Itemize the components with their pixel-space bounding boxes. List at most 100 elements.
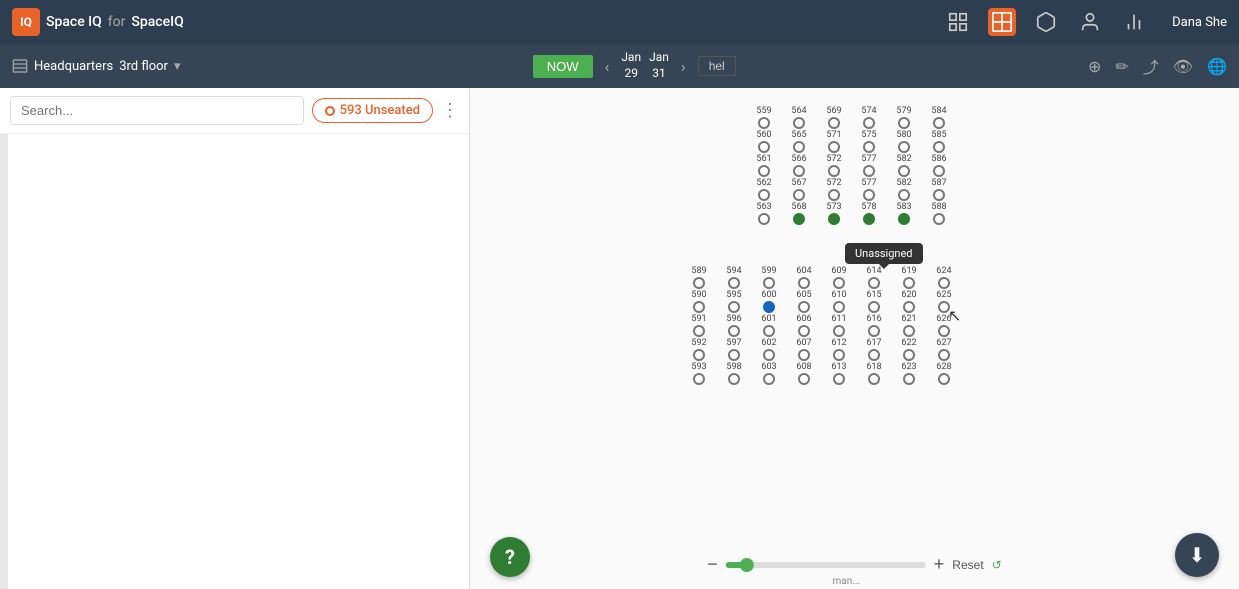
- seat-item[interactable]: 600: [755, 290, 783, 313]
- map-area[interactable]: 5595645695745795845605655715755805855615…: [470, 88, 1239, 589]
- seat-item[interactable]: 617: [860, 338, 888, 361]
- now-button[interactable]: NOW: [533, 55, 593, 78]
- edit-tool-icon[interactable]: ✏: [1115, 57, 1128, 76]
- seat-item[interactable]: 610: [825, 290, 853, 313]
- seat-item[interactable]: 624: [930, 266, 958, 289]
- seat-item[interactable]: 572: [820, 154, 848, 177]
- seat-label: 566: [791, 154, 806, 164]
- seat-item[interactable]: 579: [890, 106, 918, 129]
- seat-label: 585: [931, 130, 946, 140]
- seat-item[interactable]: 621: [895, 314, 923, 337]
- seat-item[interactable]: 573: [820, 202, 848, 225]
- seat-item[interactable]: 566: [785, 154, 813, 177]
- box-icon[interactable]: [1032, 8, 1060, 36]
- floor-selector[interactable]: Headquarters 3rd floor ▾: [12, 58, 180, 74]
- zoom-in-button[interactable]: +: [934, 554, 945, 575]
- seat-item[interactable]: 598: [720, 362, 748, 385]
- seat-item[interactable]: 592: [685, 338, 713, 361]
- seat-item[interactable]: 609: [825, 266, 853, 289]
- seat-item[interactable]: 572: [820, 178, 848, 201]
- eye-tool-icon[interactable]: 👁: [1173, 57, 1193, 76]
- seat-item[interactable]: 613: [825, 362, 853, 385]
- seat-item[interactable]: 627: [930, 338, 958, 361]
- date-prev-arrow[interactable]: ‹: [601, 57, 614, 76]
- seat-item[interactable]: 611: [825, 314, 853, 337]
- seat-item[interactable]: 562: [750, 178, 778, 201]
- seat-item[interactable]: 571: [820, 130, 848, 153]
- seat-item[interactable]: 594: [720, 266, 748, 289]
- person-icon[interactable]: [1076, 8, 1104, 36]
- seat-item[interactable]: 602: [755, 338, 783, 361]
- seat-item[interactable]: 608: [790, 362, 818, 385]
- floor-dropdown-icon[interactable]: ▾: [174, 59, 181, 74]
- seat-item[interactable]: 583: [890, 202, 918, 225]
- zoom-slider-thumb[interactable]: [740, 558, 754, 572]
- seat-item[interactable]: 582: [890, 154, 918, 177]
- seat-item[interactable]: 604: [790, 266, 818, 289]
- seat-item[interactable]: 616: [860, 314, 888, 337]
- floor-name: 3rd floor: [119, 59, 168, 74]
- seat-item[interactable]: 589: [685, 266, 713, 289]
- seat-item[interactable]: 580: [890, 130, 918, 153]
- seat-item[interactable]: 597: [720, 338, 748, 361]
- seat-item[interactable]: 561: [750, 154, 778, 177]
- seat-item[interactable]: 625: [930, 290, 958, 313]
- date-next-arrow[interactable]: ›: [677, 57, 690, 76]
- seat-item[interactable]: 591: [685, 314, 713, 337]
- seat-item[interactable]: 623: [895, 362, 923, 385]
- seat-item[interactable]: 601: [755, 314, 783, 337]
- seat-item[interactable]: 559: [750, 106, 778, 129]
- floorplan-icon[interactable]: [988, 8, 1016, 36]
- seat-item[interactable]: 584: [925, 106, 953, 129]
- seat-item[interactable]: 612: [825, 338, 853, 361]
- seat-item[interactable]: 599: [755, 266, 783, 289]
- seat-item[interactable]: 564: [785, 106, 813, 129]
- chart-icon[interactable]: [1120, 8, 1148, 36]
- seat-item[interactable]: 568: [785, 202, 813, 225]
- help-button[interactable]: hel: [698, 56, 736, 76]
- seat-item[interactable]: 590: [685, 290, 713, 313]
- seat-item[interactable]: 582: [890, 178, 918, 201]
- seat-item[interactable]: 603: [755, 362, 783, 385]
- seat-item[interactable]: 615: [860, 290, 888, 313]
- seat-item[interactable]: 567: [785, 178, 813, 201]
- seat-label: 616: [866, 314, 881, 324]
- seat-item[interactable]: 569: [820, 106, 848, 129]
- seat-item[interactable]: 565: [785, 130, 813, 153]
- seat-item[interactable]: 587: [925, 178, 953, 201]
- zoom-slider[interactable]: [726, 562, 926, 568]
- seat-item[interactable]: 563: [750, 202, 778, 225]
- zoom-out-button[interactable]: −: [707, 554, 718, 575]
- seat-item[interactable]: 606: [790, 314, 818, 337]
- more-options-icon[interactable]: ⋮: [441, 100, 459, 121]
- seat-item[interactable]: 620: [895, 290, 923, 313]
- seat-item[interactable]: 588: [925, 202, 953, 225]
- seat-item[interactable]: 577: [855, 154, 883, 177]
- reset-button[interactable]: Reset: [952, 558, 983, 572]
- seat-item[interactable]: 605: [790, 290, 818, 313]
- share-tool-icon[interactable]: ⤴: [1143, 54, 1159, 78]
- help-circle-button[interactable]: ?: [490, 537, 530, 577]
- seat-item[interactable]: 574: [855, 106, 883, 129]
- seat-item[interactable]: 577: [855, 178, 883, 201]
- search-input[interactable]: [10, 96, 304, 125]
- seat-item[interactable]: 618: [860, 362, 888, 385]
- globe-tool-icon[interactable]: 🌐: [1207, 57, 1227, 76]
- seat-item[interactable]: 607: [790, 338, 818, 361]
- buildings-icon[interactable]: [944, 8, 972, 36]
- seat-item[interactable]: 628: [930, 362, 958, 385]
- seat-item[interactable]: 560: [750, 130, 778, 153]
- download-button[interactable]: ⬇: [1175, 533, 1219, 577]
- seat-item[interactable]: 578: [855, 202, 883, 225]
- cursor-tool-icon[interactable]: ⊕: [1088, 57, 1101, 76]
- seat-item[interactable]: 626: [930, 314, 958, 337]
- seat-item[interactable]: 596: [720, 314, 748, 337]
- seat-item[interactable]: 586: [925, 154, 953, 177]
- seat-item[interactable]: 595: [720, 290, 748, 313]
- seat-item[interactable]: 619: [895, 266, 923, 289]
- seat-item[interactable]: 585: [925, 130, 953, 153]
- unseated-badge[interactable]: 593 Unseated: [312, 98, 433, 123]
- seat-item[interactable]: 575: [855, 130, 883, 153]
- seat-item[interactable]: 593: [685, 362, 713, 385]
- seat-item[interactable]: 622: [895, 338, 923, 361]
